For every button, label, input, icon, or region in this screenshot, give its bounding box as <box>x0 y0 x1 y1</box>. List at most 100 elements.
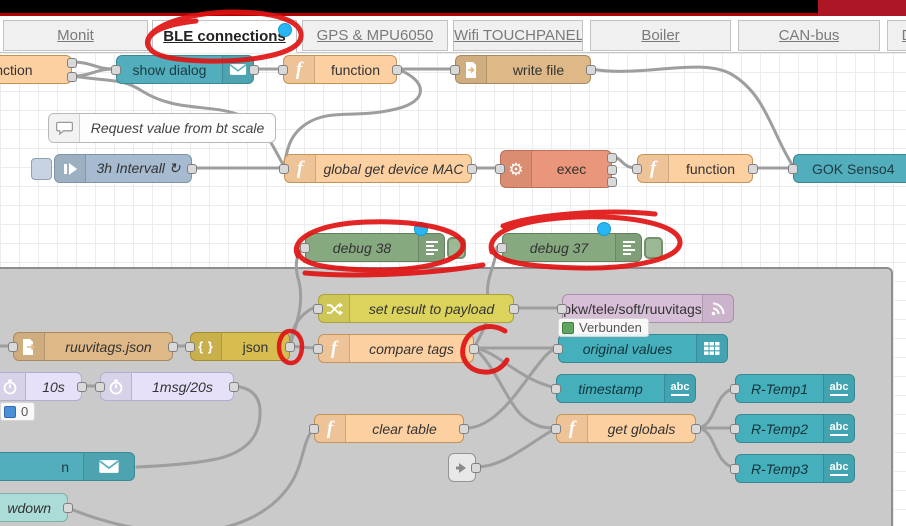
node-comment[interactable]: Request value from bt scale <box>48 113 276 143</box>
node-function-cut[interactable]: unction <box>0 55 72 84</box>
node-delay-1msg-20s[interactable]: 1msg/20s <box>100 372 234 401</box>
node-label: R-Temp2 <box>736 415 823 442</box>
node-delay-10s[interactable]: 10s <box>0 372 82 401</box>
json-braces-icon: { } <box>191 333 222 360</box>
input-port[interactable] <box>553 344 563 354</box>
node-show-dialog[interactable]: show dialog <box>116 55 254 84</box>
input-port[interactable] <box>313 344 323 354</box>
node-clear-table[interactable]: f clear table <box>314 414 464 443</box>
function-icon: f <box>315 415 346 442</box>
input-port[interactable] <box>450 65 460 75</box>
node-ruuvitags-json-file[interactable]: ruuvitags.json <box>13 332 173 361</box>
node-compare-tags[interactable]: f compare tags <box>318 334 474 363</box>
input-port[interactable] <box>497 243 507 253</box>
output-port[interactable] <box>748 164 758 174</box>
output-port[interactable] <box>77 382 87 392</box>
node-shutdown-cut[interactable]: wdown <box>0 493 68 522</box>
node-debug-37[interactable]: debug 37 <box>502 233 642 262</box>
change-shuffle-icon <box>319 295 350 322</box>
input-port[interactable] <box>557 304 567 314</box>
node-exec[interactable]: ⚙ exec <box>500 150 612 188</box>
input-port[interactable] <box>95 382 105 392</box>
node-gok-senso4[interactable]: GOK Senso4 <box>793 154 906 183</box>
node-label: compare tags <box>350 335 473 362</box>
output-port[interactable] <box>187 164 197 174</box>
node-write-file[interactable]: write file <box>455 55 591 84</box>
node-ui-text-rtemp3[interactable]: R-Temp3 abc <box>735 454 855 483</box>
output-port[interactable] <box>229 382 239 392</box>
input-port[interactable] <box>279 164 289 174</box>
file-in-icon <box>14 333 45 360</box>
input-port[interactable] <box>730 464 740 474</box>
status-text: Verbunden <box>579 320 642 335</box>
node-function-mid[interactable]: f function <box>637 154 753 183</box>
node-ui-text-timestamp[interactable]: timestamp abc <box>556 374 696 403</box>
node-get-globals[interactable]: f get globals <box>556 414 696 443</box>
status-text: 0 <box>21 404 28 419</box>
output-port[interactable] <box>459 424 469 434</box>
output-port[interactable] <box>509 304 519 314</box>
node-notification-cut[interactable]: n <box>0 452 135 481</box>
output-port[interactable] <box>469 344 479 354</box>
broadcast-icon <box>702 295 733 322</box>
output-port[interactable] <box>467 164 477 174</box>
input-port[interactable] <box>313 304 323 314</box>
nodes-layer: unction show dialog f function write fil… <box>0 0 906 526</box>
output-port[interactable] <box>586 65 596 75</box>
debug-toggle-button[interactable] <box>644 237 663 259</box>
output-port[interactable] <box>691 424 701 434</box>
node-modified-dot <box>414 222 428 236</box>
gear-icon: ⚙ <box>501 151 532 187</box>
abc-text-icon: abc <box>823 455 854 482</box>
node-debug-38[interactable]: debug 38 <box>305 233 445 262</box>
output-port-1[interactable] <box>67 58 77 68</box>
node-ui-table-original-values[interactable]: original values <box>558 334 728 363</box>
node-ui-text-rtemp1[interactable]: R-Temp1 abc <box>735 374 855 403</box>
node-label: set result to payload <box>350 295 513 322</box>
status-queue-count: 0 <box>0 402 35 421</box>
input-port[interactable] <box>8 342 18 352</box>
output-port[interactable] <box>249 65 259 75</box>
input-port[interactable] <box>309 424 319 434</box>
input-port[interactable] <box>551 384 561 394</box>
node-global-get-device-mac[interactable]: f global get device MAC <box>284 154 472 183</box>
output-port[interactable] <box>285 342 295 352</box>
output-port-1[interactable] <box>607 153 617 163</box>
input-port[interactable] <box>278 65 288 75</box>
output-port-2[interactable] <box>67 72 77 82</box>
input-port[interactable] <box>730 424 740 434</box>
node-inject-3h-intervall[interactable]: 3h Intervall ↻ <box>54 154 192 183</box>
input-port[interactable] <box>300 243 310 253</box>
output-port-2[interactable] <box>607 165 617 175</box>
comment-bubble-icon <box>49 114 80 142</box>
inject-button[interactable] <box>31 158 52 180</box>
node-label: global get device MAC <box>316 155 471 182</box>
node-label: ruuvitags.json <box>45 333 172 360</box>
input-port[interactable] <box>111 65 121 75</box>
input-port[interactable] <box>632 164 642 174</box>
debug-list-icon <box>615 234 641 261</box>
debug-toggle-button[interactable] <box>447 237 466 259</box>
output-port[interactable] <box>392 65 402 75</box>
node-ui-text-rtemp2[interactable]: R-Temp2 abc <box>735 414 855 443</box>
node-function-top[interactable]: f function <box>283 55 397 84</box>
output-port[interactable] <box>471 463 481 473</box>
input-port[interactable] <box>185 342 195 352</box>
status-dot-blue <box>4 406 16 418</box>
function-icon: f <box>557 415 588 442</box>
timer-icon <box>0 373 26 400</box>
input-port[interactable] <box>788 164 798 174</box>
output-port-3[interactable] <box>607 177 617 187</box>
node-red-editor: Monit BLE connections GPS & MPU6050 Wifi… <box>0 0 906 526</box>
node-link-in[interactable] <box>448 453 476 482</box>
input-port[interactable] <box>551 424 561 434</box>
input-port[interactable] <box>730 384 740 394</box>
output-port[interactable] <box>168 342 178 352</box>
tab-modified-dot <box>278 23 292 37</box>
input-port[interactable] <box>495 164 505 174</box>
node-label: get globals <box>588 415 695 442</box>
node-set-result-to-payload[interactable]: set result to payload <box>318 294 514 323</box>
function-icon: f <box>285 155 316 182</box>
node-json-parser[interactable]: { } json <box>190 332 290 361</box>
output-port[interactable] <box>63 503 73 513</box>
